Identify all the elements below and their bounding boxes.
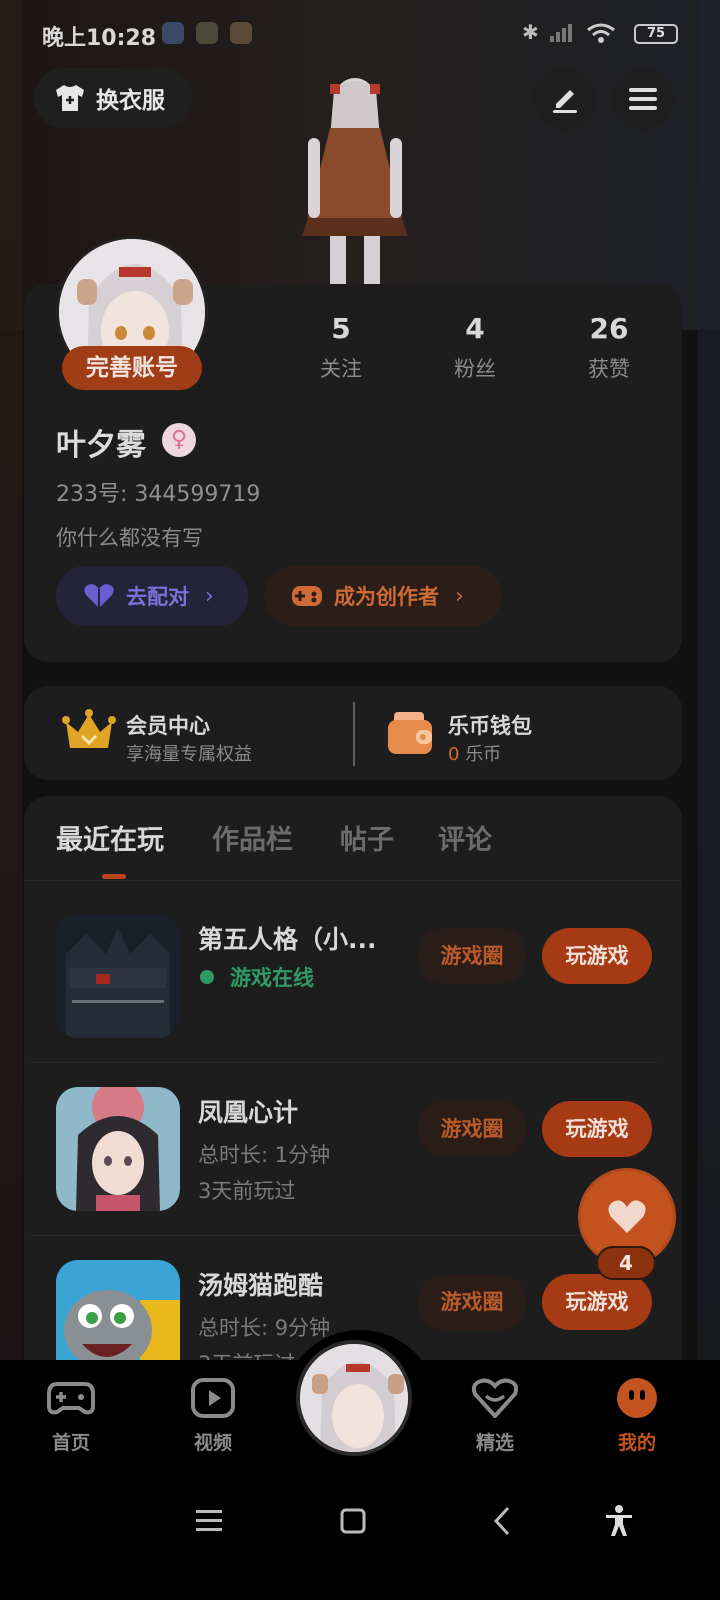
- camera-app-icon: [230, 22, 252, 44]
- back-icon[interactable]: [486, 1504, 520, 1538]
- stat-likes-label: 获赞: [588, 357, 630, 381]
- like-count-badge: 4: [596, 1246, 656, 1280]
- tab-recently-played[interactable]: 最近在玩: [56, 818, 164, 857]
- play-game-button[interactable]: 玩游戏: [542, 1274, 652, 1330]
- game-name: 汤姆猫跑酷: [198, 1271, 324, 1300]
- tab-posts[interactable]: 帖子: [340, 818, 394, 857]
- coin-count: 0: [448, 744, 460, 765]
- pair-button[interactable]: 去配对 ›: [56, 566, 248, 626]
- tab-works[interactable]: 作品栏: [212, 818, 293, 857]
- stat-following[interactable]: 5 关注: [296, 312, 386, 383]
- pencil-icon: [553, 90, 577, 113]
- nav-item-home[interactable]: 首页: [26, 1378, 116, 1455]
- heart-gift-icon: [471, 1378, 519, 1419]
- bluetooth-icon: ✱: [522, 20, 539, 44]
- game-icon-phoenix: [56, 1087, 180, 1211]
- nav-home-label: 首页: [51, 1432, 90, 1454]
- list-item[interactable]: 第五人格（小... 游戏在线 游戏圈 玩游戏: [24, 880, 682, 1053]
- battery-indicator: 75: [634, 24, 678, 44]
- recent-apps-icon[interactable]: [192, 1504, 226, 1538]
- play-game-button[interactable]: 玩游戏: [542, 928, 652, 984]
- left-edge-strip: [0, 0, 22, 1380]
- stat-followers[interactable]: 4 粉丝: [430, 312, 520, 383]
- game-play-duration: 总时长: 9分钟: [198, 1316, 331, 1340]
- game-circle-button[interactable]: 游戏圈: [417, 928, 527, 984]
- signal-icon: [550, 24, 572, 42]
- nav-video-label: 视频: [193, 1432, 232, 1454]
- change-clothes-label: 换衣服: [96, 88, 165, 114]
- become-creator-button[interactable]: 成为创作者 ›: [264, 566, 502, 626]
- stat-likes-value: 26: [589, 312, 629, 345]
- wifi-icon: [587, 23, 615, 43]
- accessibility-icon[interactable]: [602, 1504, 636, 1538]
- wallet-title: 乐币钱包: [448, 714, 532, 738]
- center-avatar-button[interactable]: [296, 1340, 412, 1456]
- game-name: 第五人格（小...: [198, 925, 377, 954]
- smiley-face-icon: [617, 1378, 657, 1418]
- gamepad-icon: [47, 1382, 95, 1415]
- stat-following-value: 5: [331, 312, 351, 345]
- online-status-dot: [200, 970, 214, 984]
- tab-comments[interactable]: 评论: [438, 818, 492, 857]
- stat-following-label: 关注: [320, 357, 362, 381]
- game-play-duration: 总时长: 1分钟: [198, 1143, 331, 1167]
- game-last-played: 3天前玩过: [198, 1179, 296, 1203]
- status-bar: 晚上10:28 ✱ 75: [0, 0, 720, 70]
- pair-button-label: 去配对: [126, 585, 189, 609]
- stat-followers-value: 4: [465, 312, 485, 345]
- home-square-icon[interactable]: [336, 1504, 370, 1538]
- heart-icon: [608, 1200, 646, 1233]
- nav-me-label: 我的: [617, 1432, 656, 1454]
- game-name: 凤凰心计: [198, 1098, 299, 1127]
- bio-text: 你什么都没有写: [56, 526, 203, 550]
- nav-item-video[interactable]: 视频: [168, 1378, 258, 1455]
- user-id: 233号: 344599719: [56, 482, 261, 507]
- stat-likes[interactable]: 26 获赞: [564, 312, 654, 383]
- wallet-balance: 0 乐币: [448, 740, 501, 766]
- vip-center-subtitle: 享海量专属权益: [126, 744, 252, 765]
- hamburger-menu-icon: [629, 88, 657, 110]
- menu-button[interactable]: [612, 68, 674, 130]
- shirt-icon: [56, 85, 84, 111]
- nav-featured-label: 精选: [475, 1432, 514, 1454]
- gamepad-plus-icon: [292, 586, 322, 606]
- game-circle-button[interactable]: 游戏圈: [417, 1101, 527, 1157]
- heart-pair-icon: [84, 584, 114, 608]
- play-game-button[interactable]: 玩游戏: [542, 1101, 652, 1157]
- avatar-3d-figure[interactable]: [290, 68, 420, 298]
- game-circle-button[interactable]: 游戏圈: [417, 1274, 527, 1330]
- active-tab-indicator: [102, 874, 126, 879]
- chevron-right-icon: ›: [205, 583, 214, 609]
- notification-app-icon: [162, 22, 184, 44]
- change-clothes-button[interactable]: 换衣服: [34, 68, 192, 128]
- username: 叶夕雾: [56, 428, 146, 463]
- coin-unit: 乐币: [465, 744, 502, 765]
- become-creator-label: 成为创作者: [334, 585, 439, 609]
- tiktok-icon: [196, 22, 218, 44]
- chevron-right-icon: ›: [455, 583, 464, 609]
- member-divider: [353, 702, 355, 766]
- right-edge-strip: [698, 0, 720, 1380]
- edit-button[interactable]: [534, 68, 596, 130]
- female-gender-icon: ♀: [162, 423, 196, 457]
- nav-item-featured[interactable]: 精选: [450, 1378, 540, 1455]
- game-online-status: 游戏在线: [230, 966, 314, 990]
- status-time: 晚上10:28: [42, 26, 157, 51]
- vip-center-title: 会员中心: [126, 714, 210, 738]
- game-icon-identity-v: [56, 914, 180, 1038]
- nav-item-me[interactable]: 我的: [592, 1378, 682, 1455]
- complete-account-button[interactable]: 完善账号: [62, 346, 202, 390]
- video-play-icon: [191, 1378, 235, 1418]
- stat-followers-label: 粉丝: [454, 357, 496, 381]
